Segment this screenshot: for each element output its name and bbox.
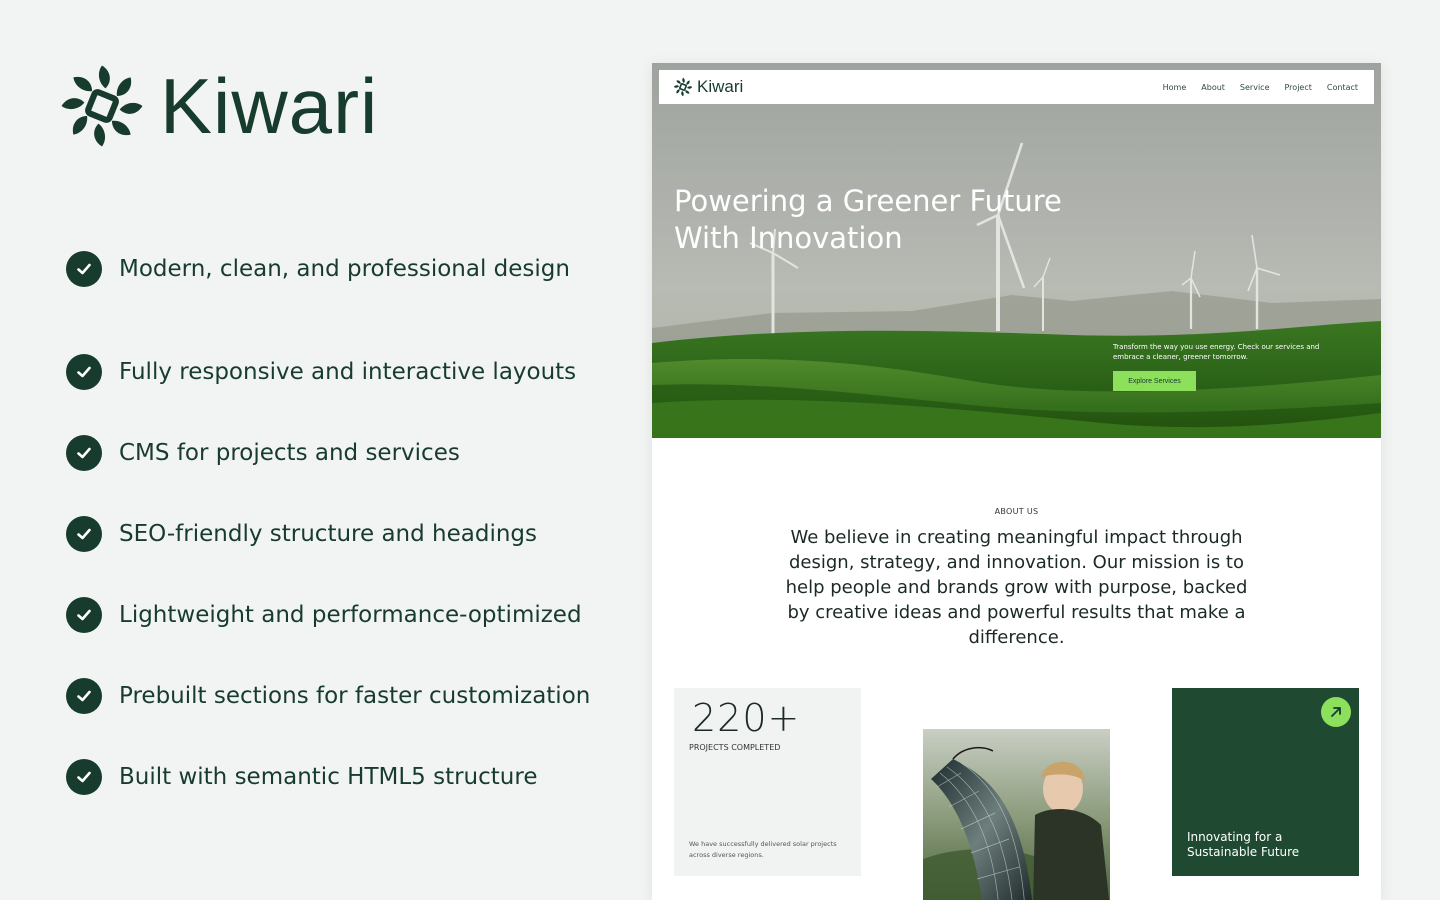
nav-link-about[interactable]: About (1201, 83, 1225, 92)
explore-services-button[interactable]: Explore Services (1113, 371, 1196, 391)
feature-item: Fully responsive and interactive layouts (66, 331, 590, 412)
feature-item: Lightweight and performance-optimized (66, 574, 590, 655)
nav-link-service[interactable]: Service (1240, 83, 1270, 92)
check-icon (66, 596, 102, 633)
about-text: We believe in creating meaningful impact… (785, 527, 1248, 648)
top-navigation: Kiwari Home About Service Project Contac… (659, 70, 1374, 104)
hero-description: Transform the way you use energy. Check … (1113, 343, 1320, 361)
leaf-swirl-icon (61, 65, 143, 147)
feature-text: Built with semantic HTML5 structure (119, 763, 538, 790)
stat-description: We have successfully delivered solar pro… (689, 840, 837, 859)
feature-text: Lightweight and performance-optimized (119, 601, 582, 628)
hero-section: Kiwari Home About Service Project Contac… (652, 63, 1381, 438)
nav-link-project[interactable]: Project (1285, 83, 1312, 92)
brand-logo: Kiwari (58, 62, 378, 150)
sustainable-future-card[interactable]: Innovating for a Sustainable Future (1172, 688, 1359, 876)
website-preview: Kiwari Home About Service Project Contac… (652, 63, 1381, 900)
leaf-swirl-icon (673, 77, 693, 97)
check-icon (66, 677, 102, 714)
stat-label: PROJECTS COMPLETED (689, 743, 781, 752)
stat-card: 220+ PROJECTS COMPLETED We have successf… (674, 688, 861, 876)
check-icon (66, 353, 102, 390)
nav-brand-name: Kiwari (697, 77, 744, 96)
feature-item: SEO-friendly structure and headings (66, 493, 590, 574)
feature-text: SEO-friendly structure and headings (119, 520, 537, 547)
feature-text: CMS for projects and services (119, 439, 460, 466)
nav-link-contact[interactable]: Contact (1327, 83, 1358, 92)
hero-title: Powering a Greener Future With Innovatio… (674, 184, 1062, 255)
feature-item: CMS for projects and services (66, 412, 590, 493)
nav-links: Home About Service Project Contact (1163, 83, 1358, 92)
about-label: ABOUT US (994, 507, 1039, 516)
stat-value: 220+ (692, 696, 801, 740)
nav-brand[interactable]: Kiwari (673, 77, 743, 97)
green-card-text: Innovating for a Sustainable Future (1187, 830, 1300, 859)
brand-name: Kiwari (160, 62, 379, 150)
check-icon (66, 434, 102, 471)
feature-item: Modern, clean, and professional design (66, 250, 590, 288)
feature-text: Prebuilt sections for faster customizati… (119, 682, 591, 709)
check-icon (66, 251, 102, 287)
check-icon (66, 758, 102, 795)
feature-text: Fully responsive and interactive layouts (119, 358, 577, 385)
arrow-up-right-icon[interactable] (1321, 697, 1351, 727)
feature-item: Built with semantic HTML5 structure (66, 736, 590, 817)
feature-text: Modern, clean, and professional design (119, 256, 570, 282)
check-icon (66, 515, 102, 552)
nav-link-home[interactable]: Home (1163, 83, 1187, 92)
feature-item: Prebuilt sections for faster customizati… (66, 655, 590, 736)
feature-list: Modern, clean, and professional design F… (66, 250, 590, 817)
solar-panel-photo (923, 729, 1110, 900)
